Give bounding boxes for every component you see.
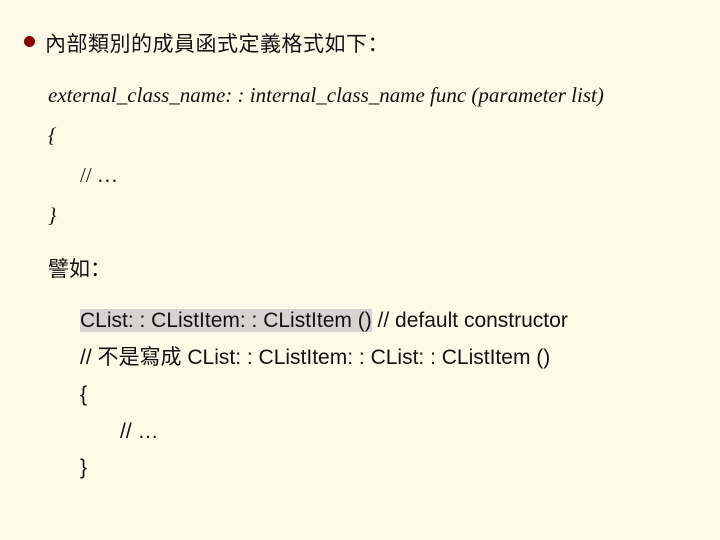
example-label: 譬如： [48,250,720,290]
code-line-2-slash: // [80,346,98,369]
slide: 內部類別的成員函式定義格式如下： external_class_name: : … [0,0,720,540]
code-line-1-rest: // default constructor [372,309,568,332]
code-inner-comment: // … [120,414,720,451]
code-close-brace: } [80,450,720,487]
syntax-comment: // … [80,156,720,196]
bullet-row: 內部類別的成員函式定義格式如下： [24,28,720,58]
syntax-line: external_class_name: : internal_class_na… [48,76,720,116]
code-line-1: CList: : CListItem: : CListItem () // de… [80,303,720,340]
bullet-icon [24,36,35,47]
code-open-brace: { [80,377,720,414]
code-line-2-rest: CList: : CListItem: : CList: : CListItem… [187,346,550,369]
code-line-2-cjk: 不是寫成 [98,346,188,369]
code-line-2: // 不是寫成 CList: : CListItem: : CList: : C… [80,340,720,377]
bullet-text: 內部類別的成員函式定義格式如下： [45,28,389,58]
code-line-1-highlight: CList: : CListItem: : CListItem () [80,309,372,332]
code-block: CList: : CListItem: : CListItem () // de… [80,303,720,487]
syntax-open-brace: { [48,116,720,156]
syntax-close-brace: } [48,196,720,236]
